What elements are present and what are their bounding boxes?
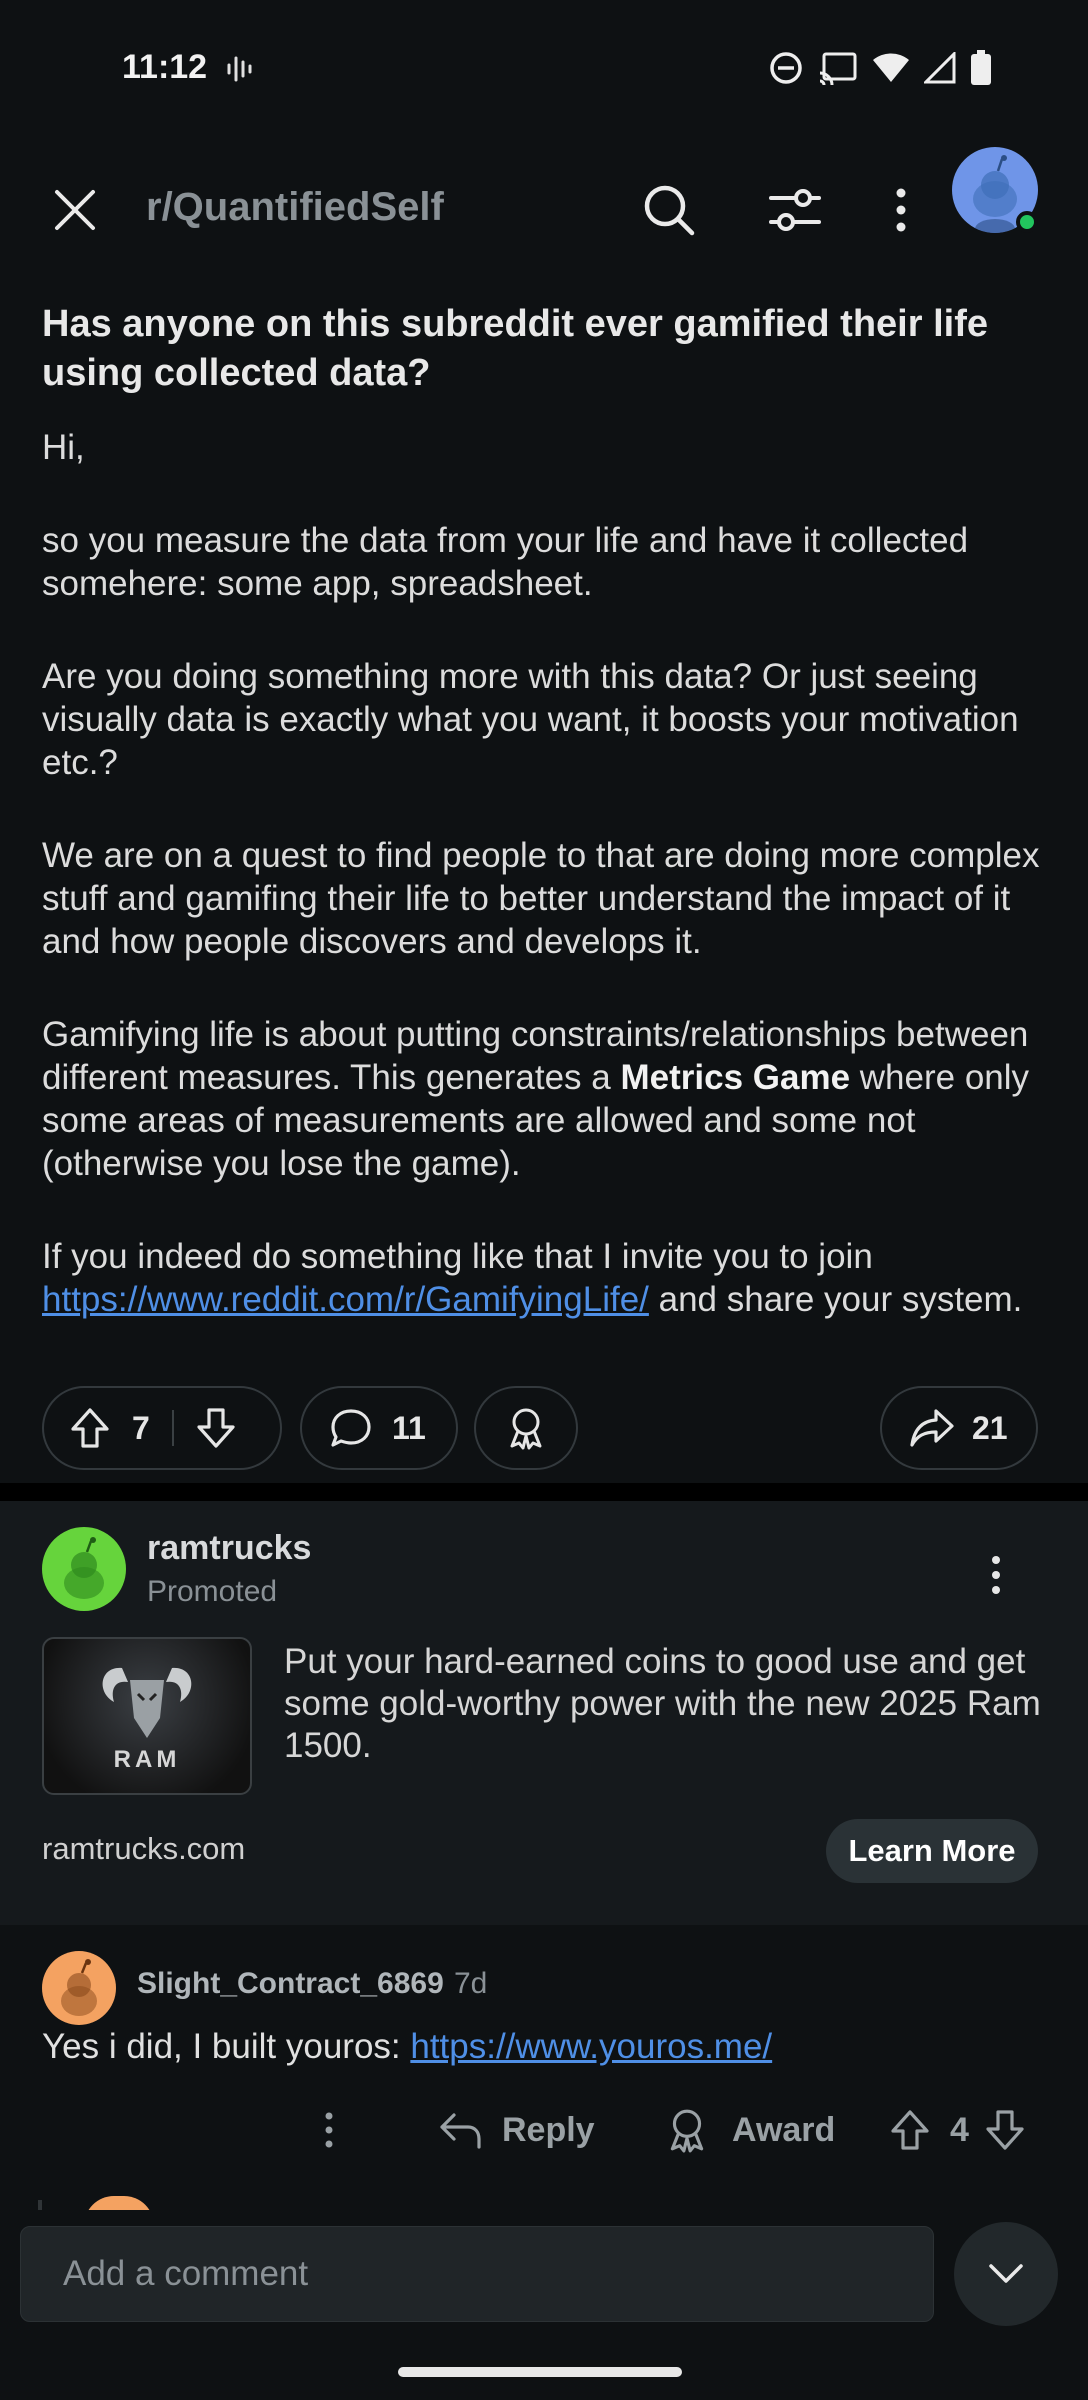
comment: Slight_Contract_6869 7d Yes i did, I bui… [0,1925,1088,2225]
post-action-row: 7 11 21 [42,1386,1042,1470]
comment-vote-count: 4 [950,2110,969,2149]
share-icon [910,1409,954,1447]
post-body: Hi, so you measure the data from your li… [42,426,1062,1371]
advertiser-name[interactable]: ramtrucks [147,1529,311,1568]
search-icon [644,185,695,236]
comment-username[interactable]: Slight_Contract_6869 [137,1967,444,2001]
award-label: Award [732,2110,836,2149]
post-paragraph: Are you doing something more with this d… [42,657,1019,782]
promoted-ad[interactable]: ramtrucks Promoted RAM Put your hard-ear… [0,1501,1088,1925]
status-time: 11:12 [122,48,208,86]
upvote-icon[interactable] [70,1407,110,1449]
search-button[interactable] [634,175,704,245]
post-paragraph: We are on a quest to find people to that… [42,836,1040,961]
advertiser-avatar[interactable] [42,1527,126,1611]
downvote-icon[interactable] [985,2109,1025,2151]
online-status-dot [1016,211,1038,233]
audio-wave-icon [227,56,252,82]
upvote-icon[interactable] [890,2109,930,2151]
vote-pill: 7 [42,1386,282,1470]
dnd-icon [770,52,802,84]
reply-button[interactable]: Reply [438,2095,595,2165]
overflow-menu-button[interactable] [866,175,936,245]
comment-count: 11 [392,1409,426,1446]
snoo-avatar-icon [64,1537,104,1599]
chevron-down-icon [989,2264,1023,2283]
text-span: If you indeed do something like that I i… [42,1237,873,1276]
youros-link[interactable]: https://www.youros.me/ [410,2027,772,2066]
comment-bubble-icon [331,1409,371,1447]
top-app-bar: r/QuantifiedSelf [0,135,1088,275]
ad-thumbnail[interactable]: RAM [42,1637,252,1795]
ram-wordmark: RAM [113,1746,181,1773]
gamifying-life-link[interactable]: https://www.reddit.com/r/GamifyingLife/ [42,1280,649,1319]
bold-text: Metrics Game [620,1058,851,1097]
share-button[interactable]: 21 [880,1386,1038,1470]
comments-button[interactable]: 11 [300,1386,458,1470]
vote-count: 7 [132,1409,150,1446]
reply-label: Reply [502,2110,595,2149]
status-bar: 11:12 [0,0,1088,135]
post-paragraph: Gamifying life is about putting constrai… [42,1013,1062,1185]
promoted-label: Promoted [147,1575,278,1608]
comment-age: 7d [454,1967,488,2000]
battery-icon [971,50,991,85]
more-vertical-icon [325,2112,333,2148]
sort-filter-button[interactable] [760,175,830,245]
vote-divider [171,1410,174,1446]
cast-icon [819,52,857,85]
section-divider [0,1483,1088,1501]
ram-logo-icon [102,1667,192,1738]
comment-composer-bar: Add a comment [0,2210,1088,2400]
post-title: Has anyone on this subreddit ever gamifi… [42,303,988,394]
snoo-avatar-icon [61,1959,97,2016]
commenter-avatar[interactable] [42,1951,116,2025]
signal-icon [924,52,956,84]
comment-vote-group: 4 [890,2095,1025,2165]
home-indicator[interactable] [398,2367,682,2377]
reply-arrow-icon [440,2113,481,2149]
wifi-icon [873,53,909,82]
close-button[interactable] [40,175,110,245]
share-count: 21 [972,1409,1008,1446]
post-paragraph: If you indeed do something like that I i… [42,1235,1062,1321]
close-icon [55,190,95,230]
text-span: and share your system. [648,1280,1023,1319]
comment-action-row: Reply Award 4 [0,2095,1088,2165]
subreddit-title[interactable]: r/QuantifiedSelf [146,185,444,230]
ad-overflow-button[interactable] [976,1545,1016,1605]
comment-more-button[interactable] [324,2095,334,2165]
more-vertical-icon [992,1556,1000,1594]
learn-more-button[interactable]: Learn More [826,1819,1038,1883]
filter-sliders-icon [769,189,821,231]
ad-headline[interactable]: Put your hard-earned coins to good use a… [284,1641,1044,1767]
post-paragraph: so you measure the data from your life a… [42,521,969,603]
award-icon [670,2109,704,2153]
post-paragraph: Hi, [42,428,85,467]
comment-text: Yes i did, I built youros: https://www.y… [42,2027,772,2067]
award-button[interactable] [474,1386,578,1470]
add-comment-input[interactable]: Add a comment [20,2226,934,2322]
collapse-button[interactable] [954,2222,1058,2326]
award-icon [510,1408,542,1450]
downvote-icon[interactable] [196,1407,236,1449]
text-span: Yes i did, I built youros: [42,2027,411,2066]
comment-award-button[interactable]: Award [666,2095,835,2165]
ad-domain[interactable]: ramtrucks.com [42,1831,245,1867]
post: Has anyone on this subreddit ever gamifi… [0,278,1088,1483]
more-vertical-icon [896,188,906,232]
